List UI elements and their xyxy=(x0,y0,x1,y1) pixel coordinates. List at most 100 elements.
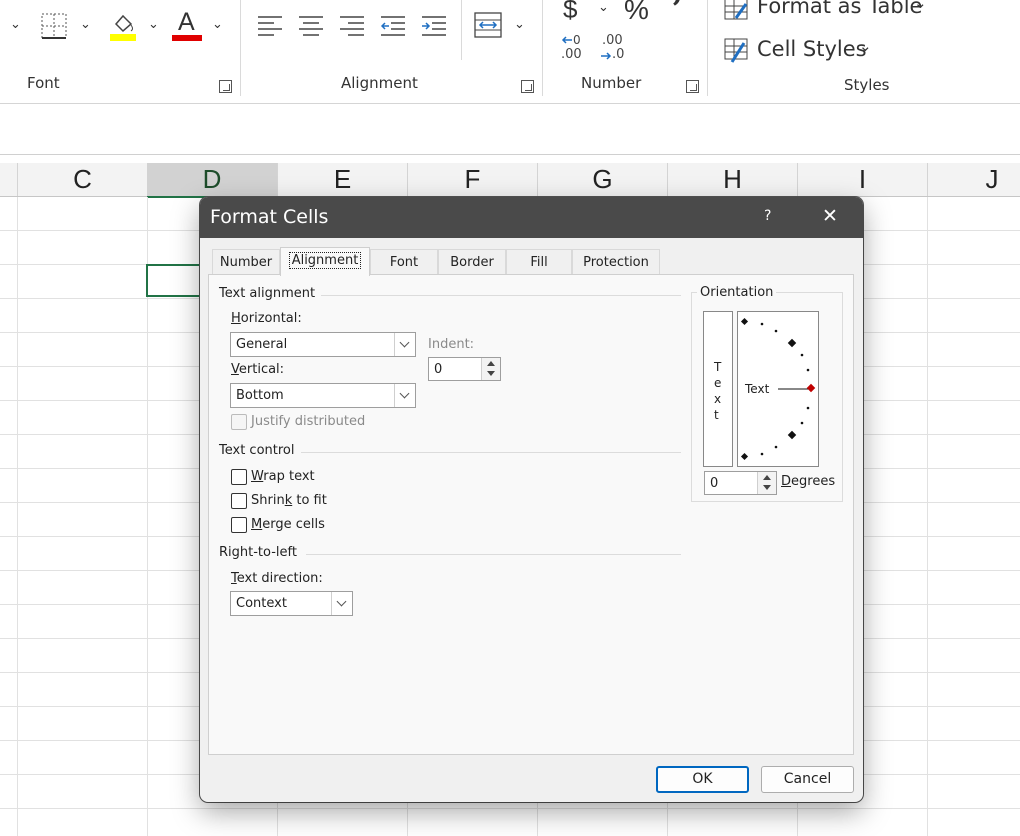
text-control-heading: Text control xyxy=(219,443,295,458)
vertical-select-value: Bottom xyxy=(236,388,284,403)
indent-label: Indent: xyxy=(428,337,475,352)
decrease-decimal-icon[interactable]: .00 .0 xyxy=(600,33,630,66)
column-header-partial[interactable] xyxy=(0,163,18,196)
spin-down-icon[interactable] xyxy=(763,485,771,490)
column-header-d[interactable]: D xyxy=(147,163,278,198)
horizontal-select[interactable]: General xyxy=(230,332,416,357)
text-direction-value: Context xyxy=(236,596,287,611)
chevron-down-icon xyxy=(394,384,415,407)
text-direction-select[interactable]: Context xyxy=(230,591,353,616)
column-header-c[interactable]: C xyxy=(18,163,148,196)
format-as-table-label: Format as Table xyxy=(757,0,923,18)
borders-dropdown-arrow[interactable]: ⌄ xyxy=(80,17,91,32)
orientation-pointer[interactable] xyxy=(806,383,816,393)
alignment-group-label: Alignment xyxy=(341,74,418,92)
formula-bar-area xyxy=(0,104,1020,155)
align-right-icon[interactable] xyxy=(338,14,366,42)
merge-cells-checkbox[interactable] xyxy=(231,517,247,533)
text-direction-label: Text direction: xyxy=(231,571,323,586)
format-cells-dialog: Format Cells ? ✕ Number Alignment Font B… xyxy=(200,197,863,802)
merge-center-dropdown-arrow[interactable]: ⌄ xyxy=(514,17,525,32)
fill-color-icon[interactable] xyxy=(108,10,138,46)
merge-center-icon[interactable] xyxy=(473,11,503,43)
vertical-text-button[interactable]: T e x t xyxy=(703,311,733,467)
font-color-letter: A xyxy=(178,8,195,36)
cancel-button[interactable]: Cancel xyxy=(761,766,854,793)
vertical-select[interactable]: Bottom xyxy=(230,383,416,408)
column-header-e[interactable]: E xyxy=(278,163,408,196)
section-divider xyxy=(301,452,681,453)
number-group-label: Number xyxy=(581,74,642,92)
section-divider xyxy=(306,554,681,555)
dial-text-label: Text xyxy=(745,382,770,396)
spin-up-icon[interactable] xyxy=(487,361,495,366)
font-color-icon[interactable]: A xyxy=(172,8,204,42)
indent-spin-buttons[interactable] xyxy=(481,358,500,380)
tab-number[interactable]: Number xyxy=(212,249,280,275)
vertical-letter: x xyxy=(714,392,722,406)
horizontal-label: Horizontal: xyxy=(231,311,302,326)
vertical-letter: T xyxy=(714,360,722,374)
wrap-text-checkbox[interactable] xyxy=(231,469,247,485)
currency-format-icon[interactable]: $ xyxy=(563,0,577,25)
comma-style-icon[interactable]: ʼ xyxy=(671,0,682,28)
vertical-letter: t xyxy=(714,408,719,422)
column-header-f[interactable]: F xyxy=(408,163,538,196)
shrink-to-fit-checkbox[interactable] xyxy=(231,493,247,509)
tab-font[interactable]: Font xyxy=(370,249,438,275)
spin-up-icon[interactable] xyxy=(763,475,771,480)
dialog-title: Format Cells xyxy=(210,206,329,228)
fill-color-dropdown-arrow[interactable]: ⌄ xyxy=(148,17,159,32)
increase-indent-icon[interactable] xyxy=(420,14,448,42)
increase-decimal-icon[interactable]: 0 .00 xyxy=(560,33,590,66)
orientation-heading: Orientation xyxy=(697,285,777,300)
dialog-title-bar[interactable]: Format Cells ? ✕ xyxy=(200,197,863,238)
decrease-indent-icon[interactable] xyxy=(379,14,407,42)
vertical-letter: e xyxy=(714,376,722,390)
borders-icon[interactable] xyxy=(40,12,68,44)
degrees-label: Degrees xyxy=(781,474,836,489)
align-left-icon[interactable] xyxy=(256,14,284,42)
spin-down-icon[interactable] xyxy=(487,371,495,376)
chevron-down-icon xyxy=(331,592,352,615)
styles-group-label: Styles xyxy=(844,76,890,94)
alignment-dialog-launcher-icon[interactable] xyxy=(521,80,534,93)
font-dialog-launcher-icon[interactable] xyxy=(219,80,232,93)
column-header-j[interactable]: J xyxy=(928,163,1020,196)
shrink-to-fit-label: Shrink to fit xyxy=(251,493,327,508)
alignment-tab-panel: Text alignment Horizontal: General Inden… xyxy=(208,274,854,755)
tab-fill[interactable]: Fill xyxy=(506,249,572,275)
text-alignment-heading: Text alignment xyxy=(219,286,316,301)
tab-border[interactable]: Border xyxy=(438,249,506,275)
orientation-dial[interactable]: Text xyxy=(737,311,819,467)
degrees-spin-buttons[interactable] xyxy=(757,472,776,494)
column-headers: C D E F G H I J xyxy=(0,163,1020,198)
vertical-label: Vertical: xyxy=(231,362,285,377)
help-icon[interactable]: ? xyxy=(764,208,771,224)
merge-cells-label: Merge cells xyxy=(251,517,325,532)
group-separator xyxy=(240,0,241,96)
chevron-down-icon: ⌄ xyxy=(914,0,927,12)
currency-dropdown-arrow[interactable]: ⌄ xyxy=(598,0,609,15)
column-header-g[interactable]: G xyxy=(538,163,668,196)
align-center-icon[interactable] xyxy=(297,14,325,42)
ok-button[interactable]: OK xyxy=(656,766,749,793)
group-separator xyxy=(461,0,462,60)
indent-value: 0 xyxy=(434,362,443,377)
close-icon[interactable]: ✕ xyxy=(822,205,838,227)
percent-format-icon[interactable]: % xyxy=(624,0,649,26)
column-header-h[interactable]: H xyxy=(668,163,798,196)
indent-stepper[interactable]: 0 xyxy=(428,357,501,381)
font-color-swatch xyxy=(172,35,202,41)
font-size-dropdown-arrow[interactable]: ⌄ xyxy=(10,17,21,32)
tab-alignment[interactable]: Alignment xyxy=(280,247,370,276)
tab-protection[interactable]: Protection xyxy=(572,249,660,275)
format-as-table-icon xyxy=(724,0,748,20)
column-header-i[interactable]: I xyxy=(798,163,928,196)
justify-distributed-checkbox[interactable] xyxy=(231,414,247,430)
wrap-text-label: Wrap text xyxy=(251,469,315,484)
number-dialog-launcher-icon[interactable] xyxy=(686,80,699,93)
cell-styles-label: Cell Styles xyxy=(757,37,867,61)
degrees-stepper[interactable]: 0 xyxy=(704,471,777,495)
font-color-dropdown-arrow[interactable]: ⌄ xyxy=(212,17,223,32)
